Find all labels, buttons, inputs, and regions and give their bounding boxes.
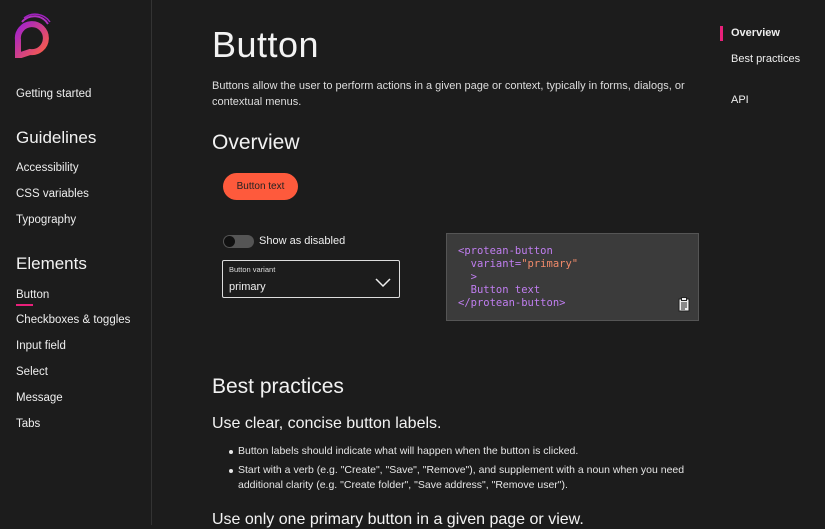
bp1-heading: Use clear, concise button labels. [212,415,442,432]
sidebar-item-input-field[interactable]: Input field [16,340,66,352]
page-title: Button [212,24,320,65]
code-line: </protean-button> [458,297,566,309]
toc-item-overview[interactable]: Overview [731,26,801,41]
code-attr-value: "primary" [521,258,579,270]
select-value: primary [229,281,266,293]
sidebar-item-select[interactable]: Select [16,366,48,378]
toc-active-indicator [720,26,723,41]
list-item: Button labels should indicate what will … [229,444,708,459]
toggle-label: Show as disabled [259,235,346,247]
code-line: > [458,271,477,283]
demo-primary-button[interactable]: Button text [223,173,298,200]
toc-item-best-practices[interactable]: Best practices [731,52,801,67]
bp1-list: Button labels should indicate what will … [229,444,708,497]
active-indicator [16,304,33,306]
sidebar-item-message[interactable]: Message [16,392,63,404]
bp2-heading: Use only one primary button in a given p… [212,511,584,528]
chevron-down-icon [375,278,391,287]
protean-logo[interactable] [14,12,54,58]
sidebar-item-css-variables[interactable]: CSS variables [16,188,89,200]
button-variant-select[interactable]: Button variant primary [222,260,400,298]
disabled-toggle[interactable] [223,235,254,248]
sidebar-heading-elements: Elements [16,254,87,273]
intro-text: Buttons allow the user to perform action… [212,80,685,108]
sidebar-heading-guidelines: Guidelines [16,128,97,147]
toc-item-api[interactable]: API [731,93,801,108]
code-attr: variant= [458,258,522,270]
sidebar-item-tabs[interactable]: Tabs [16,418,40,430]
sidebar-item-button[interactable]: Button [16,289,49,301]
select-label: Button variant [229,265,276,274]
sidebar-item-accessibility[interactable]: Accessibility [16,162,79,174]
sidebar: Getting started Guidelines Accessibility… [0,0,152,525]
sidebar-item-getting-started[interactable]: Getting started [16,88,91,100]
code-sample: <protean-button variant="primary" > Butt… [446,233,699,321]
code-line: Button text [458,284,541,296]
sidebar-item-typography[interactable]: Typography [16,214,76,226]
best-practices-heading: Best practices [212,375,344,398]
list-item: Start with a verb (e.g. "Create", "Save"… [229,463,708,493]
clipboard-icon[interactable] [678,297,690,312]
sidebar-item-checkboxes-toggles[interactable]: Checkboxes & toggles [16,314,130,326]
code-line: <protean-button [458,245,553,257]
toggle-knob [224,236,235,247]
overview-heading: Overview [212,131,300,154]
